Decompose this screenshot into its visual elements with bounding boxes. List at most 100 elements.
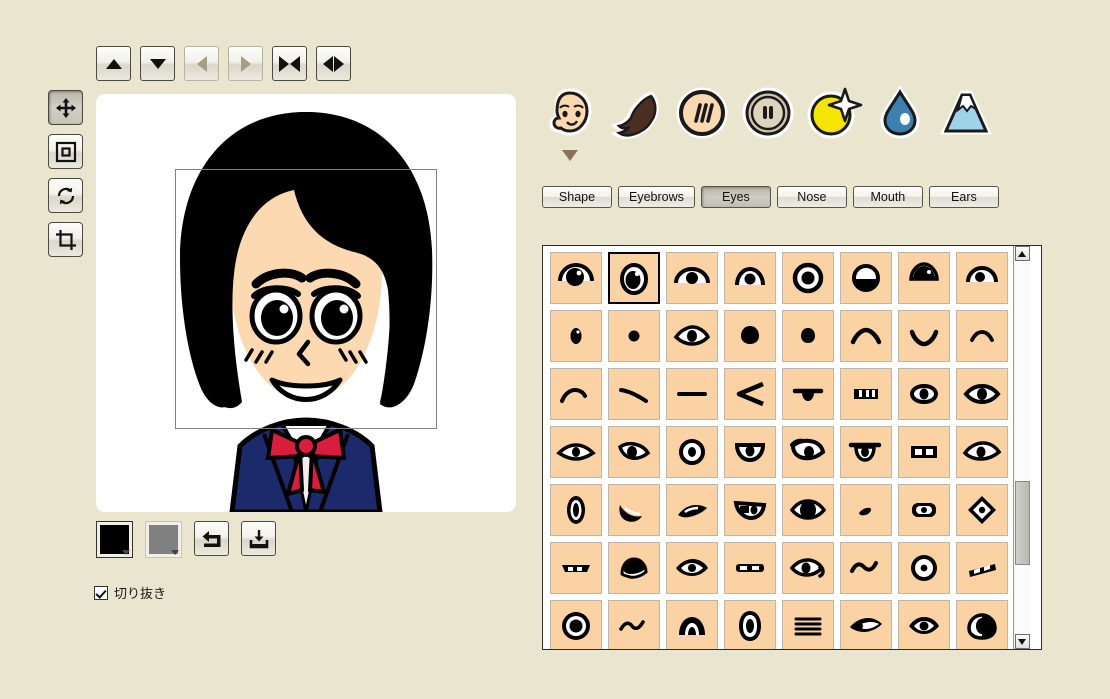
part-tile[interactable] bbox=[608, 368, 660, 420]
part-tile[interactable] bbox=[782, 310, 834, 362]
scroll-down-button[interactable] bbox=[1014, 634, 1030, 649]
part-tile[interactable] bbox=[550, 484, 602, 536]
part-tile[interactable] bbox=[956, 600, 1008, 649]
download-icon bbox=[249, 529, 268, 548]
part-tile[interactable] bbox=[956, 542, 1008, 594]
baby-face-icon bbox=[549, 88, 592, 136]
part-tile[interactable] bbox=[608, 600, 660, 649]
tab-eyes[interactable]: Eyes bbox=[700, 186, 771, 208]
avatar-canvas[interactable] bbox=[96, 94, 516, 512]
part-tile[interactable] bbox=[840, 542, 892, 594]
part-tile[interactable] bbox=[550, 600, 602, 649]
part-tile[interactable] bbox=[550, 310, 602, 362]
category-hair[interactable] bbox=[603, 80, 669, 146]
part-tile[interactable] bbox=[782, 368, 834, 420]
part-tile[interactable] bbox=[782, 252, 834, 304]
tab-nose[interactable]: Nose bbox=[776, 186, 847, 208]
part-tile[interactable] bbox=[608, 542, 660, 594]
tab-ears[interactable]: Ears bbox=[928, 186, 999, 208]
part-tile[interactable] bbox=[550, 426, 602, 478]
shrink-button[interactable] bbox=[272, 46, 307, 81]
category-face[interactable] bbox=[537, 80, 603, 161]
category-effect[interactable] bbox=[801, 80, 867, 146]
part-tile[interactable] bbox=[666, 252, 718, 304]
part-tile[interactable] bbox=[724, 484, 776, 536]
part-tile[interactable] bbox=[898, 542, 950, 594]
expand-button[interactable] bbox=[316, 46, 351, 81]
frame-tool[interactable] bbox=[48, 134, 83, 169]
part-tile[interactable] bbox=[608, 252, 660, 304]
part-tile[interactable] bbox=[782, 426, 834, 478]
category-accessory[interactable] bbox=[735, 80, 801, 146]
part-tile[interactable] bbox=[898, 484, 950, 536]
move-tool[interactable] bbox=[48, 90, 83, 125]
part-tile[interactable] bbox=[666, 426, 718, 478]
undo-button[interactable] bbox=[194, 521, 229, 556]
nested-square-icon bbox=[55, 141, 76, 162]
parts-scrollbar[interactable] bbox=[1013, 246, 1030, 649]
tab-eyebrows[interactable]: Eyebrows bbox=[618, 186, 695, 208]
part-tile[interactable] bbox=[666, 368, 718, 420]
tab-shape[interactable]: Shape bbox=[542, 186, 612, 208]
move-arrows-icon bbox=[55, 97, 76, 118]
part-tile[interactable] bbox=[840, 484, 892, 536]
part-tile[interactable] bbox=[782, 484, 834, 536]
secondary-color-swatch[interactable] bbox=[145, 521, 182, 558]
scrollbar-track[interactable] bbox=[1014, 261, 1030, 634]
part-tile[interactable] bbox=[840, 310, 892, 362]
category-selected-marker bbox=[562, 150, 578, 161]
arrows-outward-icon bbox=[323, 55, 344, 72]
part-tile[interactable] bbox=[956, 252, 1008, 304]
part-tile[interactable] bbox=[550, 368, 602, 420]
part-tile[interactable] bbox=[550, 252, 602, 304]
part-tile[interactable] bbox=[608, 484, 660, 536]
part-tile[interactable] bbox=[898, 426, 950, 478]
part-tile[interactable] bbox=[782, 542, 834, 594]
save-button[interactable] bbox=[241, 521, 276, 556]
part-tile[interactable] bbox=[898, 600, 950, 649]
crop-selection-box[interactable] bbox=[175, 169, 437, 429]
part-tile[interactable] bbox=[898, 310, 950, 362]
move-down-button[interactable] bbox=[140, 46, 175, 81]
crop-tool[interactable] bbox=[48, 222, 83, 257]
part-tile[interactable] bbox=[898, 368, 950, 420]
crop-checkbox[interactable] bbox=[94, 585, 108, 600]
part-tile[interactable] bbox=[724, 426, 776, 478]
part-tile[interactable] bbox=[956, 310, 1008, 362]
rotate-tool[interactable] bbox=[48, 178, 83, 213]
category-water[interactable] bbox=[867, 80, 933, 146]
part-tile[interactable] bbox=[898, 252, 950, 304]
part-tile[interactable] bbox=[724, 542, 776, 594]
part-tile[interactable] bbox=[840, 426, 892, 478]
move-left-button[interactable] bbox=[184, 46, 219, 81]
part-tile[interactable] bbox=[782, 600, 834, 649]
part-tile[interactable] bbox=[840, 368, 892, 420]
scroll-up-button[interactable] bbox=[1014, 246, 1030, 261]
primary-color-swatch[interactable] bbox=[96, 521, 133, 558]
parts-grid bbox=[550, 252, 1013, 649]
move-up-button[interactable] bbox=[96, 46, 131, 81]
category-skin[interactable] bbox=[669, 80, 735, 146]
part-tile[interactable] bbox=[840, 600, 892, 649]
avatar-uniform bbox=[229, 417, 383, 512]
scrollbar-thumb[interactable] bbox=[1014, 481, 1030, 565]
part-tile[interactable] bbox=[666, 484, 718, 536]
category-background[interactable] bbox=[933, 80, 999, 146]
part-tile[interactable] bbox=[956, 484, 1008, 536]
part-tile[interactable] bbox=[608, 426, 660, 478]
tab-mouth[interactable]: Mouth bbox=[852, 186, 923, 208]
part-tile[interactable] bbox=[666, 542, 718, 594]
part-tile[interactable] bbox=[666, 600, 718, 649]
move-right-button[interactable] bbox=[228, 46, 263, 81]
part-tile[interactable] bbox=[724, 368, 776, 420]
part-tile[interactable] bbox=[724, 600, 776, 649]
part-tile[interactable] bbox=[724, 310, 776, 362]
part-tile[interactable] bbox=[608, 310, 660, 362]
part-tile[interactable] bbox=[956, 368, 1008, 420]
part-tile[interactable] bbox=[550, 542, 602, 594]
part-tile[interactable] bbox=[724, 252, 776, 304]
part-tile[interactable] bbox=[840, 252, 892, 304]
part-tile[interactable] bbox=[956, 426, 1008, 478]
canvas-actions bbox=[96, 521, 276, 558]
part-tile[interactable] bbox=[666, 310, 718, 362]
